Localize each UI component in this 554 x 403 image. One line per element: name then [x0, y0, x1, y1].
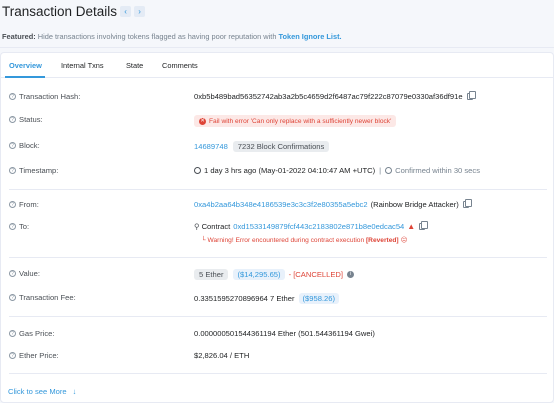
divider — [9, 257, 547, 258]
copy-icon[interactable] — [419, 221, 429, 230]
question-circle-icon: ? — [9, 223, 16, 230]
tab-internal-txns[interactable]: Internal Txns — [61, 61, 104, 70]
search-contract-icon: ⚲ — [194, 222, 200, 231]
question-circle-icon: ? — [9, 116, 16, 123]
warning-text: Warning! Error encountered during contra… — [207, 237, 366, 244]
see-more-link[interactable]: Click to see More ↓ — [8, 387, 76, 396]
tab-comments[interactable]: Comments — [162, 61, 198, 70]
label-gas-price: Gas Price: — [19, 329, 55, 338]
featured-banner: Featured: Hide transactions involving to… — [2, 32, 342, 41]
error-x-icon: ✕ — [199, 117, 206, 125]
block-number-link[interactable]: 14689748 — [194, 142, 228, 151]
label-block: Block: — [19, 141, 40, 150]
fee-usd-badge: ($958.26) — [298, 293, 340, 304]
revert-warning: └ Warning! Error encountered during cont… — [201, 236, 407, 244]
divider — [9, 189, 547, 190]
copy-icon[interactable] — [466, 91, 476, 100]
row-from: ? From: 0xa4b2aa64b348e4186539e3c3c3f2e80… — [1, 199, 553, 212]
ether-price-value: $2,826.04 / ETH — [194, 351, 250, 360]
timestamp-value: 1 day 3 hrs ago (May-01-2022 04:10:47 AM… — [204, 166, 376, 175]
row-timestamp: ? Timestamp: 1 day 3 hrs ago (May-01-2022… — [1, 166, 553, 178]
tab-bar: Overview Internal Txns State Comments — [1, 53, 553, 78]
row-transaction-hash: ? Transaction Hash: 0xb5b489bad56352742ab… — [1, 91, 553, 104]
label-value: Value: — [19, 269, 40, 278]
row-status: ? Status: ✕ Fail with error 'Can only repl… — [1, 115, 553, 127]
question-circle-icon: ? — [9, 294, 16, 301]
see-more-label[interactable]: Click to see More — [8, 387, 67, 396]
clock-icon — [194, 167, 201, 174]
value-usd-badge: ($14,295.65) — [233, 269, 285, 280]
gas-price-value: 0.000000501544361194 Ether (501.54436119… — [194, 329, 375, 338]
info-icon[interactable]: i — [347, 271, 354, 278]
confirmed-within: Confirmed within 30 secs — [395, 166, 480, 175]
page-header: Transaction Details ‹ › — [0, 0, 554, 21]
label-timestamp: Timestamp: — [19, 166, 59, 175]
row-ether-price: ? Ether Price: $2,826.04 / ETH — [1, 351, 553, 363]
divider — [9, 373, 547, 374]
divider — [0, 47, 554, 48]
reverted-tag: [Reverted] — [365, 237, 399, 244]
token-ignore-list-link[interactable]: Token Ignore List. — [279, 32, 342, 41]
separator: | — [379, 166, 382, 175]
arrow-down-icon: ↓ — [72, 387, 77, 396]
question-circle-icon: ? — [9, 270, 16, 277]
next-button[interactable]: › — [134, 6, 146, 17]
clock-icon — [385, 167, 393, 174]
divider — [9, 316, 547, 317]
question-circle-icon: ? — [9, 352, 16, 359]
label-status: Status: — [19, 115, 43, 124]
copy-icon[interactable] — [462, 199, 472, 208]
question-circle-icon: ? — [9, 142, 16, 149]
contract-prefix: Contract — [201, 222, 231, 231]
tab-overview[interactable]: Overview — [9, 61, 42, 70]
transaction-card: Overview Internal Txns State Comments ? T… — [0, 52, 554, 403]
fee-amount: 0.3351595270896964 7 Ether — [194, 294, 295, 303]
sad-face-icon: ☹ — [400, 237, 408, 244]
row-value: ? Value: 5 Ether ($14,295.65) - [CANCELLED]… — [1, 269, 553, 281]
value-amount-badge: 5 Ether — [194, 269, 229, 280]
tab-state[interactable]: State — [126, 61, 143, 70]
question-circle-icon: ? — [9, 93, 16, 100]
warning-triangle-icon: ▲ — [407, 222, 416, 231]
prev-button[interactable]: ‹ — [120, 6, 132, 17]
row-transaction-fee: ? Transaction Fee: 0.3351595270896964 7 E… — [1, 293, 553, 305]
question-circle-icon: ? — [9, 167, 16, 174]
status-text: Fail with error 'Can only replace with a… — [209, 117, 392, 125]
label-from: From: — [19, 200, 39, 209]
question-circle-icon: ? — [9, 330, 16, 337]
row-gas-price: ? Gas Price: 0.000000501544361194 Ether (… — [1, 329, 553, 341]
label-transaction-hash: Transaction Hash: — [19, 92, 81, 101]
transaction-hash-value: 0xb5b489bad56352742ab3a2b5c4659d2f6487ac… — [194, 92, 463, 101]
active-tab-indicator — [5, 76, 45, 78]
to-address-link[interactable]: 0xd1533149879fcf443c2183802e871b8e0edcac… — [233, 222, 404, 231]
featured-text: Hide transactions involving tokens flagg… — [35, 32, 279, 41]
from-tag: (Rainbow Bridge Attacker) — [370, 200, 459, 209]
block-confirmations-badge: 7232 Block Confirmations — [232, 141, 330, 152]
status-badge: ✕ Fail with error 'Can only replace with … — [194, 115, 397, 127]
from-address-link[interactable]: 0xa4b2aa64b348e4186539e3c3c3f2e80355a5eb… — [194, 200, 368, 209]
featured-prefix: Featured: — [2, 32, 36, 41]
label-ether-price: Ether Price: — [19, 351, 59, 360]
value-cancelled: - [CANCELLED] — [288, 270, 343, 279]
label-to: To: — [19, 222, 30, 231]
question-circle-icon: ? — [9, 201, 16, 208]
row-block: ? Block: 14689748 7232 Block Confirmations — [1, 141, 553, 153]
page-title: Transaction Details — [2, 3, 118, 19]
label-transaction-fee: Transaction Fee: — [19, 293, 76, 302]
row-to: ? To: ⚲ Contract 0xd1533149879fcf443c218380… — [1, 221, 553, 248]
